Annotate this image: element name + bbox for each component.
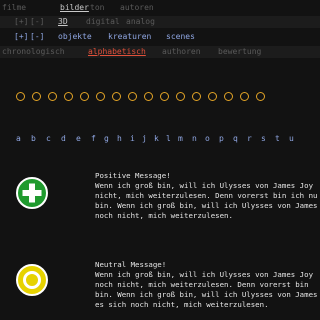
message-line: Wenn ich groß bin, will ich Ulysses von … bbox=[95, 270, 314, 279]
nav-row-main: filme bilder ton autoren bbox=[0, 2, 320, 14]
alphabet-letter-c[interactable]: c bbox=[46, 134, 51, 143]
expand-button[interactable]: [+] bbox=[14, 31, 28, 43]
alphabet-letter-g[interactable]: g bbox=[104, 134, 109, 143]
positive-message-title: Positive Message! bbox=[95, 171, 171, 180]
nav-item-3d[interactable]: 3D bbox=[58, 16, 68, 28]
pager-dot[interactable] bbox=[240, 92, 249, 101]
alphabet-letter-d[interactable]: d bbox=[61, 134, 66, 143]
nav-row-3d-sub: [+] [-] objekte kreaturen scenes bbox=[0, 31, 320, 43]
alphabet-letter-o[interactable]: o bbox=[205, 134, 210, 143]
nav-item-objekte[interactable]: objekte bbox=[58, 31, 92, 43]
alphabet-letter-n[interactable]: n bbox=[192, 134, 197, 143]
sort-chronologisch[interactable]: chronologisch bbox=[2, 46, 65, 58]
sort-authoren[interactable]: authoren bbox=[162, 46, 201, 58]
pager-circles bbox=[16, 92, 316, 102]
expand-button[interactable]: [+] bbox=[14, 16, 28, 28]
alphabet-letter-k[interactable]: k bbox=[154, 134, 159, 143]
ring-circle-icon bbox=[16, 264, 48, 296]
pager-dot[interactable] bbox=[160, 92, 169, 101]
alphabet-letter-l[interactable]: l bbox=[166, 134, 171, 143]
pager-dot[interactable] bbox=[176, 92, 185, 101]
alphabet-letter-i[interactable]: i bbox=[130, 134, 135, 143]
pager-dot[interactable] bbox=[144, 92, 153, 101]
alphabet-letter-b[interactable]: b bbox=[31, 134, 36, 143]
alphabet-letter-s[interactable]: s bbox=[261, 134, 266, 143]
nav-item-bilder[interactable]: bilder bbox=[60, 2, 89, 14]
nav-item-analog[interactable]: analog bbox=[126, 16, 155, 28]
nav-item-autoren[interactable]: autoren bbox=[120, 2, 154, 14]
pager-dot[interactable] bbox=[64, 92, 73, 101]
nav-item-filme[interactable]: filme bbox=[2, 2, 26, 14]
pager-dot[interactable] bbox=[96, 92, 105, 101]
collapse-button[interactable]: [-] bbox=[30, 31, 44, 43]
message-line: noch nicht, mich weiterzulesen. bbox=[95, 211, 233, 220]
plus-circle-icon bbox=[16, 177, 48, 209]
neutral-message-title: Neutral Message! bbox=[95, 260, 167, 269]
pager-dot[interactable] bbox=[192, 92, 201, 101]
sort-bewertung[interactable]: bewertung bbox=[218, 46, 261, 58]
alphabet-letter-u[interactable]: u bbox=[289, 134, 294, 143]
alphabet-letter-f[interactable]: f bbox=[91, 134, 96, 143]
message-line: nicht, mich weiterzulesen. Denn vorerst … bbox=[95, 191, 318, 200]
pager-dot[interactable] bbox=[128, 92, 137, 101]
message-line: bin. Wenn ich groß bin, will ich Ulysses… bbox=[95, 201, 318, 210]
pager-dot[interactable] bbox=[208, 92, 217, 101]
message-line: es sich noch nicht, mich weiterzulesen. bbox=[95, 300, 269, 309]
alphabet-letter-p[interactable]: p bbox=[219, 134, 224, 143]
pager-dot[interactable] bbox=[112, 92, 121, 101]
positive-message: Positive Message! Wenn ich groß bin, wil… bbox=[95, 171, 320, 221]
alphabet-letter-j[interactable]: j bbox=[142, 134, 147, 143]
pager-dot[interactable] bbox=[256, 92, 265, 101]
alphabet-letter-m[interactable]: m bbox=[178, 134, 183, 143]
message-line: bin. Wenn ich groß bin, will ich Ulysses… bbox=[95, 290, 318, 299]
nav-item-scenes[interactable]: scenes bbox=[166, 31, 195, 43]
pager-dot[interactable] bbox=[80, 92, 89, 101]
collapse-button[interactable]: [-] bbox=[30, 16, 44, 28]
message-line: Wenn ich groß bin, will ich Ulysses von … bbox=[95, 181, 314, 190]
alphabet-letter-t[interactable]: t bbox=[275, 134, 280, 143]
pager-dot[interactable] bbox=[48, 92, 57, 101]
pager-dot[interactable] bbox=[16, 92, 25, 101]
alphabet-index: a b c d e f g h i j k l m n o p q r s t … bbox=[0, 134, 320, 144]
pager-dot[interactable] bbox=[32, 92, 41, 101]
nav-item-digital[interactable]: digital bbox=[86, 16, 120, 28]
nav-row-sort: chronologisch alphabetisch authoren bewe… bbox=[0, 46, 320, 58]
alphabet-letter-q[interactable]: q bbox=[233, 134, 238, 143]
alphabet-letter-e[interactable]: e bbox=[76, 134, 81, 143]
sort-alphabetisch[interactable]: alphabetisch bbox=[88, 46, 146, 58]
alphabet-letter-a[interactable]: a bbox=[16, 134, 21, 143]
nav-item-kreaturen[interactable]: kreaturen bbox=[108, 31, 151, 43]
message-line: noch nicht, mich weiterzulesen. Denn vor… bbox=[95, 280, 309, 289]
alphabet-letter-h[interactable]: h bbox=[117, 134, 122, 143]
nav-row-bilder-sub: [+] [-] 3D digital analog bbox=[0, 16, 320, 28]
pager-dot[interactable] bbox=[224, 92, 233, 101]
neutral-message: Neutral Message! Wenn ich groß bin, will… bbox=[95, 260, 320, 310]
alphabet-letter-r[interactable]: r bbox=[247, 134, 252, 143]
nav-item-ton[interactable]: ton bbox=[90, 2, 104, 14]
